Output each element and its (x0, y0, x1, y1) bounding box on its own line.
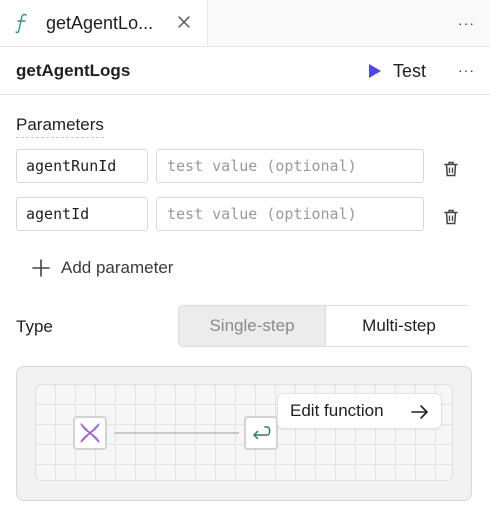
agent-node-icon (80, 423, 100, 443)
test-button[interactable]: Test (368, 60, 426, 82)
param-value-input[interactable]: test value (optional) (156, 197, 424, 231)
header-more-icon[interactable]: ··· (458, 63, 475, 77)
param-name-input[interactable]: agentId (16, 197, 148, 231)
return-node-icon (253, 426, 271, 440)
tabbar-more-icon[interactable]: ··· (458, 16, 475, 30)
flow-connector (114, 432, 239, 434)
tab-getagentlogs[interactable]: getAgentLo... (0, 0, 208, 46)
test-button-label: Test (393, 60, 427, 81)
type-option-multi-step[interactable]: Multi-step (325, 306, 472, 346)
function-icon (15, 13, 27, 34)
page-title: getAgentLogs (16, 61, 131, 80)
param-name-input[interactable]: agentRunId (16, 149, 148, 183)
type-option-single-step[interactable]: Single-step (179, 306, 325, 346)
param-value-input[interactable]: test value (optional) (156, 149, 424, 183)
tab-title: getAgentLo... (46, 13, 154, 33)
type-label: Type (16, 317, 53, 336)
edit-function-button[interactable]: Edit function (277, 393, 442, 429)
type-segmented-control: Single-step Multi-step (178, 305, 472, 347)
edit-function-label: Edit function (290, 401, 384, 420)
tab-bar: getAgentLo... ··· (0, 0, 490, 47)
trash-icon[interactable] (444, 209, 458, 225)
close-icon[interactable] (176, 14, 192, 30)
return-node[interactable] (244, 416, 278, 450)
arrow-right-icon (411, 405, 428, 419)
agent-node[interactable] (73, 416, 107, 450)
parameters-title: Parameters (16, 115, 104, 138)
function-header: getAgentLogs Test ··· (0, 47, 490, 95)
add-parameter-label: Add parameter (61, 258, 174, 277)
add-parameter-button[interactable]: Add parameter (32, 258, 173, 278)
plus-icon (32, 259, 50, 277)
trash-icon[interactable] (444, 161, 458, 177)
play-icon (369, 64, 381, 78)
